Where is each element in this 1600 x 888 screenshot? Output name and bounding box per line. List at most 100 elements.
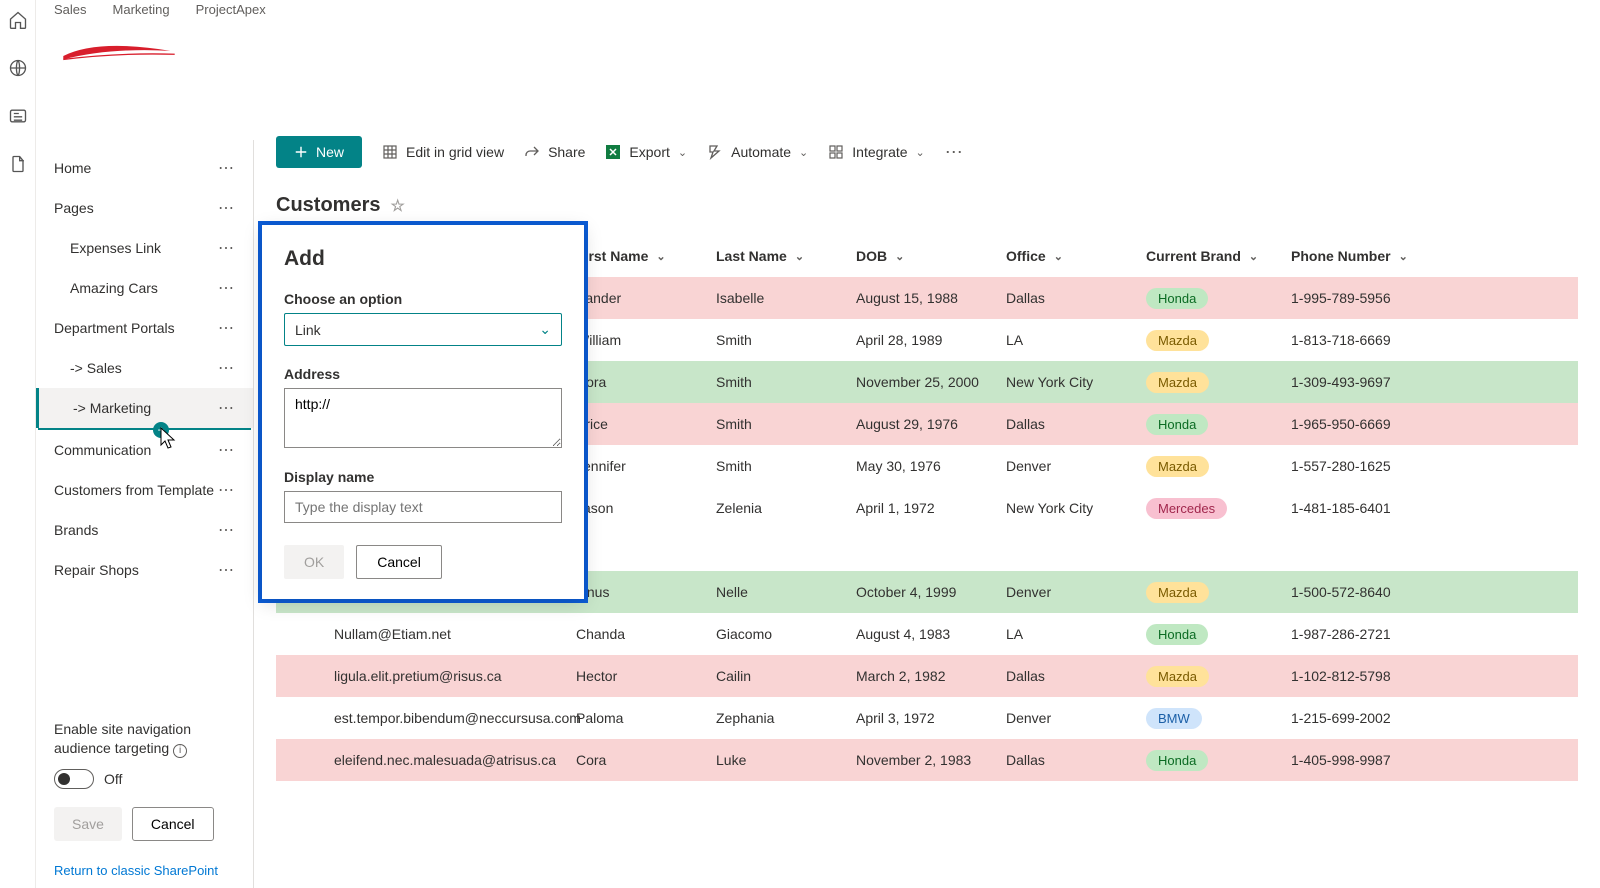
- brand-pill: Honda: [1146, 414, 1208, 435]
- nav-item[interactable]: -> Marketing ⋯: [36, 388, 253, 428]
- cell: November 25, 2000: [856, 374, 1006, 390]
- cell: Xander: [576, 290, 716, 306]
- globe-icon[interactable]: [8, 58, 28, 78]
- table-row[interactable]: Nullam@Etiam.netChandaGiacomoAugust 4, 1…: [276, 613, 1578, 655]
- nav-item[interactable]: Home⋯: [36, 148, 253, 188]
- targeting-toggle[interactable]: [54, 769, 94, 789]
- site-logo[interactable]: [54, 23, 184, 75]
- cell: March 2, 1982: [856, 668, 1006, 684]
- info-icon[interactable]: i: [173, 744, 187, 758]
- brand-pill: Honda: [1146, 624, 1208, 645]
- cell-phone: 1-500-572-8640: [1291, 584, 1441, 600]
- cell-title: Nullam@Etiam.net: [334, 626, 451, 642]
- nav-item-label: Expenses Link: [70, 240, 161, 256]
- nav-item[interactable]: Expenses Link ⋯: [36, 228, 253, 268]
- address-input[interactable]: [284, 388, 562, 448]
- nav-item[interactable]: -> Sales ⋯: [36, 348, 253, 388]
- nav-item[interactable]: Customers from Template⋯: [36, 470, 253, 510]
- command-bar: New Edit in grid view Share Export ⌄ Aut…: [276, 130, 1578, 186]
- hub-tab[interactable]: Marketing: [113, 2, 170, 17]
- toggle-state: Off: [104, 771, 122, 787]
- cell: Zephania: [716, 710, 856, 726]
- option-select[interactable]: Link ⌄: [284, 313, 562, 346]
- chevron-down-icon: ⌄: [1054, 250, 1063, 263]
- nav-item[interactable]: Communication⋯: [36, 430, 253, 470]
- option-label: Choose an option: [284, 291, 562, 307]
- nav-item-more-icon[interactable]: ⋯: [218, 318, 235, 338]
- table-row[interactable]: eleifend.nec.malesuada@atrisus.caCoraLuk…: [276, 739, 1578, 781]
- column-header[interactable]: Phone Number⌄: [1291, 248, 1441, 264]
- cell-title: est.tempor.bibendum@neccursusa.com: [334, 710, 581, 726]
- cmdbar-label: Edit in grid view: [406, 144, 504, 160]
- export-button[interactable]: Export ⌄: [605, 144, 687, 160]
- cancel-button[interactable]: Cancel: [356, 545, 442, 579]
- nav-item-more-icon[interactable]: ⋯: [218, 560, 235, 580]
- nav-item-more-icon[interactable]: ⋯: [218, 158, 235, 178]
- table-row[interactable]: ligula.elit.pretium@risus.caHectorCailin…: [276, 655, 1578, 697]
- cell: Cailin: [716, 668, 856, 684]
- add-link-dialog-highlight: Add Choose an option Link ⌄ Address Disp…: [258, 221, 588, 603]
- nav-item-label: Customers from Template: [54, 482, 214, 498]
- nav-item[interactable]: Repair Shops⋯: [36, 550, 253, 590]
- nav-item-more-icon[interactable]: ⋯: [218, 480, 235, 500]
- news-icon[interactable]: [8, 106, 28, 126]
- new-button-label: New: [316, 144, 344, 160]
- cell: Denver: [1006, 584, 1146, 600]
- classic-sharepoint-link[interactable]: Return to classic SharePoint: [54, 863, 235, 878]
- cell: LA: [1006, 332, 1146, 348]
- nav-item-label: Brands: [54, 522, 98, 538]
- save-button[interactable]: Save: [54, 807, 122, 841]
- column-header[interactable]: Current Brand⌄: [1146, 248, 1291, 264]
- favorite-star-icon[interactable]: ☆: [390, 196, 404, 216]
- cell: Denver: [1006, 458, 1146, 474]
- cell: Paloma: [576, 710, 716, 726]
- hub-tab[interactable]: ProjectApex: [196, 2, 266, 17]
- nav-item-more-icon[interactable]: ⋯: [218, 520, 235, 540]
- more-actions-icon[interactable]: ⋯: [945, 142, 963, 163]
- nav-item-more-icon[interactable]: ⋯: [218, 398, 235, 418]
- integrate-button[interactable]: Integrate ⌄: [828, 144, 924, 160]
- column-header[interactable]: DOB⌄: [856, 248, 1006, 264]
- nav-item-label: -> Sales: [70, 360, 122, 376]
- cell: August 4, 1983: [856, 626, 1006, 642]
- column-header[interactable]: Last Name⌄: [716, 248, 856, 264]
- automate-button[interactable]: Automate ⌄: [707, 144, 808, 160]
- cell: Cora: [576, 374, 716, 390]
- nav-item[interactable]: Brands ⋯: [36, 510, 253, 550]
- chevron-down-icon: ⌄: [916, 146, 925, 159]
- nav-item-more-icon[interactable]: ⋯: [218, 358, 235, 378]
- cell: October 4, 1999: [856, 584, 1006, 600]
- nav-item[interactable]: Department Portals⋯: [36, 308, 253, 348]
- edit-grid-button[interactable]: Edit in grid view: [382, 144, 504, 160]
- cell: Isabelle: [716, 290, 856, 306]
- nav-item-label: -> Marketing: [73, 400, 151, 416]
- share-button[interactable]: Share: [524, 144, 585, 160]
- nav-item[interactable]: Pages ⋯: [36, 188, 253, 228]
- hub-tab[interactable]: Sales: [54, 2, 87, 17]
- home-icon[interactable]: [8, 10, 28, 30]
- display-name-input[interactable]: [284, 491, 562, 523]
- file-icon[interactable]: [8, 154, 28, 174]
- chevron-down-icon: ⌄: [539, 321, 551, 338]
- cell: August 15, 1988: [856, 290, 1006, 306]
- brand-pill: Mercedes: [1146, 498, 1227, 519]
- cell-phone: 1-995-789-5956: [1291, 290, 1441, 306]
- brand-pill: Honda: [1146, 288, 1208, 309]
- ok-button[interactable]: OK: [284, 545, 344, 579]
- chevron-down-icon: ⌄: [799, 146, 808, 159]
- cell-phone: 1-215-699-2002: [1291, 710, 1441, 726]
- nav-item-more-icon[interactable]: ⋯: [218, 198, 235, 218]
- new-button[interactable]: New: [276, 136, 362, 168]
- nav-item-more-icon[interactable]: ⋯: [218, 238, 235, 258]
- cancel-nav-button[interactable]: Cancel: [132, 807, 214, 841]
- column-header[interactable]: First Name⌄: [576, 248, 716, 264]
- cell: Cora: [576, 752, 716, 768]
- nav-insert-indicator[interactable]: +: [38, 428, 251, 430]
- column-header[interactable]: Office⌄: [1006, 248, 1146, 264]
- nav-item-label: Pages: [54, 200, 94, 216]
- nav-item-more-icon[interactable]: ⋯: [218, 278, 235, 298]
- nav-item-more-icon[interactable]: ⋯: [218, 440, 235, 460]
- cell: April 1, 1972: [856, 500, 1006, 516]
- nav-item[interactable]: Amazing Cars⋯: [36, 268, 253, 308]
- table-row[interactable]: est.tempor.bibendum@neccursusa.comPaloma…: [276, 697, 1578, 739]
